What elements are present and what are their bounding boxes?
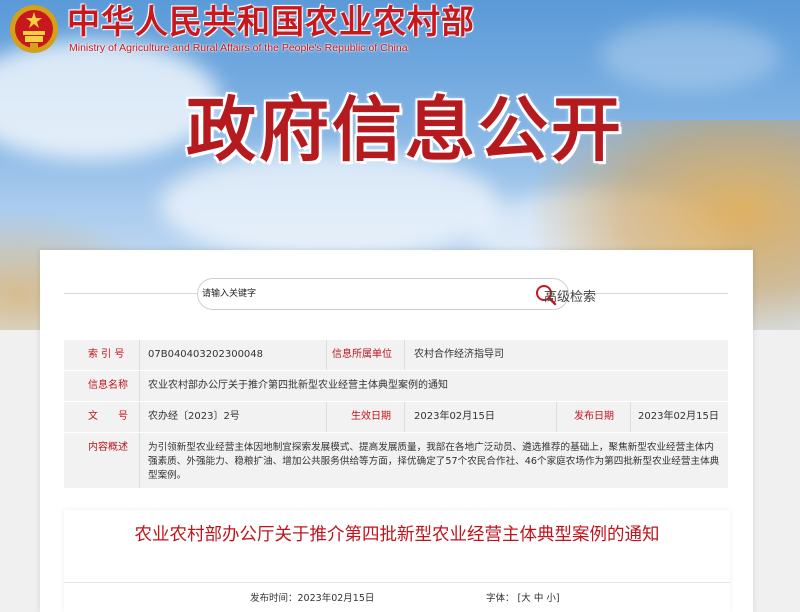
search-box [197, 278, 569, 310]
effective-label: 生效日期 [351, 411, 391, 422]
meta-row-name: 信息名称 农业农村部办公厅关于推介第四批新型农业经营主体典型案例的通知 [64, 371, 728, 402]
cell-divider [630, 402, 631, 432]
hero-title: 政府信息公开 [186, 88, 624, 171]
name-label: 信息名称 [88, 380, 128, 391]
cell-divider [556, 402, 557, 432]
font-small-button[interactable]: 小 [546, 593, 556, 604]
cell-divider [139, 340, 140, 370]
index-value: 07B040403202300048 [148, 349, 264, 360]
font-size-control: 字体： [大 中 小] [486, 590, 560, 604]
metadata-table: 索 引 号 07B040403202300048 信息所属单位 农村合作经济指导… [64, 340, 728, 489]
cell-divider [404, 340, 405, 370]
cell-divider [404, 402, 405, 432]
publish-time-value: 2023年02月15日 [297, 593, 375, 604]
cell-divider [326, 402, 327, 432]
summary-value: 为引领新型农业经营主体因地制宜探索发展模式、提高发展质量，我部在各地广泛动员、遴… [148, 442, 720, 481]
cell-divider [139, 371, 140, 401]
summary-label: 内容概述 [88, 442, 128, 453]
article-title: 农业农村部办公厅关于推介第四批新型农业经营主体典型案例的通知 [134, 525, 660, 545]
article-panel: 农业农村部办公厅关于推介第四批新型农业经营主体典型案例的通知 发布时间：2023… [64, 510, 730, 612]
article-divider [64, 582, 730, 583]
publish-label: 发布日期 [574, 411, 614, 422]
search-input[interactable] [198, 279, 498, 309]
cell-divider [139, 402, 140, 432]
meta-row-summary: 内容概述 为引领新型农业经营主体因地制宜探索发展模式、提高发展质量，我部在各地广… [64, 433, 728, 489]
effective-value: 2023年02月15日 [414, 411, 495, 422]
publish-value: 2023年02月15日 [638, 411, 719, 422]
font-bracket-close: ] [555, 593, 560, 604]
meta-row-doc: 文 号 农办经〔2023〕2号 生效日期 2023年02月15日 发布日期 20… [64, 402, 728, 433]
advanced-search-link[interactable]: 高级检索 [544, 286, 596, 305]
font-medium-button[interactable]: 中 [534, 593, 544, 604]
dept-value: 农村合作经济指导司 [414, 349, 504, 360]
national-emblem-icon [10, 5, 58, 53]
cell-divider [139, 433, 140, 488]
font-size-label: 字体： [486, 593, 515, 604]
cell-divider [326, 340, 327, 370]
site-subtitle: Ministry of Agriculture and Rural Affair… [69, 42, 408, 54]
site-title[interactable]: 中华人民共和国农业农村部 [67, 2, 475, 42]
publish-time-label: 发布时间： [250, 593, 298, 604]
banner-cloud [600, 20, 780, 90]
doc-label: 文 号 [88, 411, 128, 422]
doc-value: 农办经〔2023〕2号 [148, 411, 240, 422]
publish-time: 发布时间：2023年02月15日 [250, 590, 374, 604]
index-label: 索 引 号 [88, 349, 125, 360]
meta-row-index: 索 引 号 07B040403202300048 信息所属单位 农村合作经济指导… [64, 340, 728, 371]
font-large-button[interactable]: 大 [521, 593, 531, 604]
dept-label: 信息所属单位 [332, 349, 392, 360]
name-value: 农业农村部办公厅关于推介第四批新型农业经营主体典型案例的通知 [148, 380, 448, 391]
